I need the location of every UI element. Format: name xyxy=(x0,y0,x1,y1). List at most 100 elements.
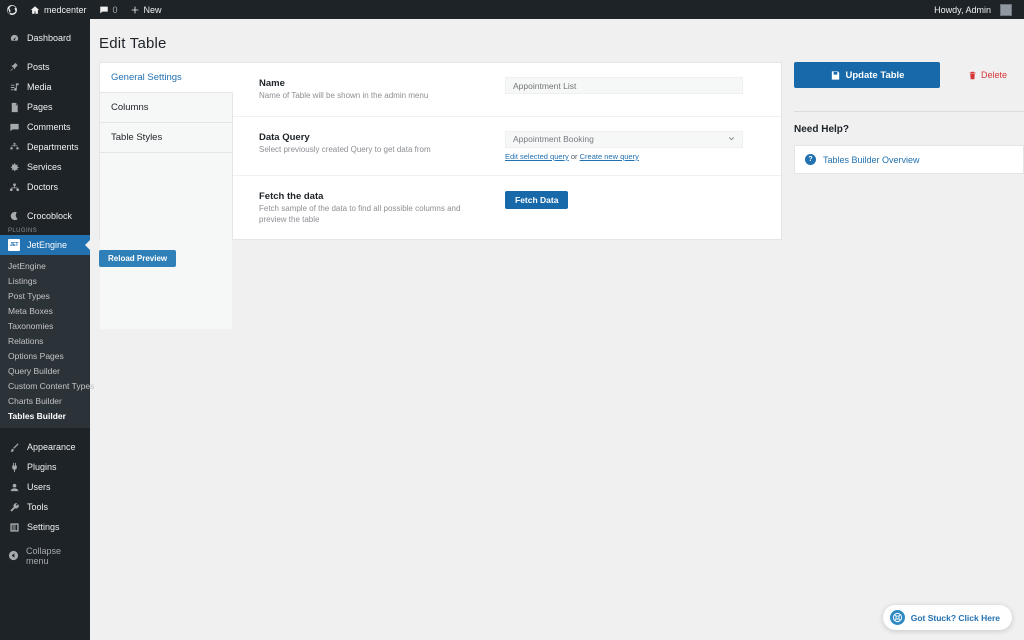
or-text: or xyxy=(568,151,580,161)
plus-icon xyxy=(130,5,140,15)
fetch-data-button[interactable]: Fetch Data xyxy=(505,190,569,209)
doctors-icon xyxy=(8,181,20,193)
field-control-data-query: Appointment Booking Edit selected query … xyxy=(505,130,765,161)
dashboard-icon xyxy=(8,32,20,44)
site-name-button[interactable]: medcenter xyxy=(24,0,93,19)
help-card[interactable]: ? Tables Builder Overview xyxy=(794,145,1024,174)
field-description: Name of Table will be shown in the admin… xyxy=(259,91,429,100)
sidebar-item-users[interactable]: Users xyxy=(0,477,90,497)
user-icon xyxy=(8,481,20,493)
comments-button[interactable]: 0 xyxy=(93,0,124,19)
submenu-item-meta-boxes[interactable]: Meta Boxes xyxy=(0,303,90,318)
page-icon xyxy=(8,101,20,113)
update-table-button[interactable]: Update Table xyxy=(794,62,940,88)
delete-table-button[interactable]: Delete xyxy=(968,70,1007,80)
data-query-select[interactable]: Appointment Booking xyxy=(505,130,743,148)
sidebar-item-pages[interactable]: Pages xyxy=(0,97,90,117)
sidebar-item-label: Plugins xyxy=(27,462,57,472)
sidebar-item-jetengine[interactable]: JET JetEngine xyxy=(0,235,90,255)
sidebar-top-spacer xyxy=(0,19,90,28)
jetengine-icon: JET xyxy=(8,239,20,251)
submenu-item-charts-builder[interactable]: Charts Builder xyxy=(0,393,90,408)
submenu-item-listings[interactable]: Listings xyxy=(0,273,90,288)
tab-columns[interactable]: Columns xyxy=(100,93,232,123)
sidebar-item-label: Media xyxy=(27,82,52,92)
submenu-item-tables-builder[interactable]: Tables Builder xyxy=(0,408,90,423)
howdy-user-menu[interactable]: Howdy, Admin xyxy=(928,0,1018,19)
submenu-item-jetengine[interactable]: JetEngine xyxy=(0,258,90,273)
sidebar-item-media[interactable]: Media xyxy=(0,77,90,97)
sidebar-item-plugins[interactable]: Plugins xyxy=(0,457,90,477)
site-name-label: medcenter xyxy=(44,4,87,15)
pin-icon xyxy=(8,61,20,73)
question-circle-icon: ? xyxy=(805,154,816,165)
gear-icon xyxy=(8,161,20,173)
actions-column: Update Table Delete Need Help? ? Tables … xyxy=(794,62,1024,174)
collapse-menu-label: Collapse menu xyxy=(26,546,62,566)
main-content: Edit Table General Settings Columns Tabl… xyxy=(90,19,1024,640)
sidebar-item-posts[interactable]: Posts xyxy=(0,57,90,77)
got-stuck-label: Got Stuck? Click Here xyxy=(910,612,1000,623)
sidebar-item-services[interactable]: Services xyxy=(0,157,90,177)
create-new-query-link[interactable]: Create new query xyxy=(580,152,639,161)
new-content-button[interactable]: New xyxy=(124,0,168,19)
field-description: Fetch sample of the data to find all pos… xyxy=(259,203,461,224)
crocoblock-moon-icon xyxy=(8,210,20,222)
sidebar-item-label: Tools xyxy=(27,502,49,512)
sidebar-item-appearance[interactable]: Appearance xyxy=(0,437,90,457)
general-settings-panel: Name Name of Table will be shown in the … xyxy=(233,63,781,240)
new-content-label: New xyxy=(143,4,162,15)
submenu-item-query-builder[interactable]: Query Builder xyxy=(0,363,90,378)
field-label-fetch-data: Fetch the data Fetch sample of the data … xyxy=(259,190,487,226)
sidebar-item-label: Services xyxy=(27,162,62,172)
home-icon xyxy=(30,5,40,15)
query-links-row: Edit selected query or Create new query xyxy=(505,152,765,161)
submenu-item-relations[interactable]: Relations xyxy=(0,333,90,348)
wordpress-logo-button[interactable] xyxy=(0,0,24,19)
field-label-name: Name Name of Table will be shown in the … xyxy=(259,77,487,102)
sidebar-item-tools[interactable]: Tools xyxy=(0,497,90,517)
sidebar-item-label: Comments xyxy=(27,122,71,132)
table-name-input[interactable] xyxy=(505,77,743,94)
update-table-label: Update Table xyxy=(845,69,905,81)
sidebar-item-comments[interactable]: Comments xyxy=(0,117,90,137)
settings-card: General Settings Columns Table Styles Na… xyxy=(99,62,782,330)
field-label-data-query: Data Query Select previously created Que… xyxy=(259,131,487,156)
sidebar-item-label: Departments xyxy=(27,142,79,152)
brush-icon xyxy=(8,441,20,453)
sidebar-item-label: Posts xyxy=(27,62,50,72)
sidebar-item-label: Settings xyxy=(27,522,60,532)
sidebar-item-crocoblock[interactable]: Crocoblock xyxy=(0,206,90,226)
submenu-item-post-types[interactable]: Post Types xyxy=(0,288,90,303)
wordpress-icon xyxy=(6,4,18,16)
field-row-data-query: Data Query Select previously created Que… xyxy=(233,117,781,176)
user-avatar-icon xyxy=(1000,3,1012,16)
tabs-filler xyxy=(100,153,232,330)
data-query-select-wrap: Appointment Booking xyxy=(505,130,743,148)
lifebuoy-icon xyxy=(889,610,905,625)
sidebar-item-label: Dashboard xyxy=(27,33,72,43)
tab-table-styles[interactable]: Table Styles xyxy=(100,123,232,153)
submenu-item-custom-content-types[interactable]: Custom Content Types xyxy=(0,378,94,393)
tables-builder-overview-link[interactable]: Tables Builder Overview xyxy=(823,155,920,165)
sidebar-item-departments[interactable]: Departments xyxy=(0,137,90,157)
submenu-item-options-pages[interactable]: Options Pages xyxy=(0,348,90,363)
sidebar-divider xyxy=(0,197,90,206)
sidebar-divider xyxy=(0,428,90,437)
collapse-menu-button[interactable]: Collapse menu xyxy=(0,546,90,566)
delete-label: Delete xyxy=(981,70,1008,80)
need-help-section: Need Help? ? Tables Builder Overview xyxy=(794,111,1024,174)
got-stuck-widget[interactable]: Got Stuck? Click Here xyxy=(882,605,1012,630)
sidebar-item-doctors[interactable]: Doctors xyxy=(0,177,90,197)
edit-selected-query-link[interactable]: Edit selected query xyxy=(505,152,569,161)
sidebar-item-dashboard[interactable]: Dashboard xyxy=(0,28,90,48)
sidebar-divider xyxy=(0,537,90,546)
sidebar-item-label: JetEngine xyxy=(27,240,68,250)
page-title: Edit Table xyxy=(99,35,167,52)
tab-general-settings[interactable]: General Settings xyxy=(100,63,233,93)
sidebar-item-settings[interactable]: Settings xyxy=(0,517,90,537)
reload-preview-button[interactable]: Reload Preview xyxy=(99,250,177,268)
submenu-item-taxonomies[interactable]: Taxonomies xyxy=(0,318,90,333)
top-actions: Update Table Delete xyxy=(794,62,1024,88)
media-icon xyxy=(8,81,20,93)
